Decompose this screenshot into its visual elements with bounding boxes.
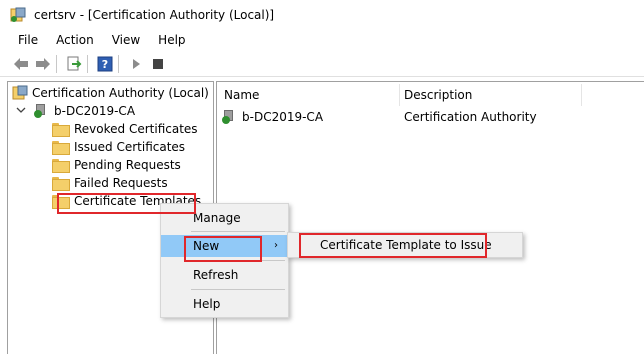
menu-separator xyxy=(191,289,285,290)
window-title: certsrv - [Certification Authority (Loca… xyxy=(34,8,275,22)
menu-help[interactable]: Help xyxy=(149,33,194,47)
ca-server-icon xyxy=(34,104,48,118)
column-header-description[interactable]: Description xyxy=(404,88,472,102)
menu-bar: File Action View Help xyxy=(0,30,644,50)
tree-item-issued[interactable]: Issued Certificates xyxy=(52,138,185,156)
tree-item-pending[interactable]: Pending Requests xyxy=(52,156,181,174)
submenu-item-certificate-template-to-issue[interactable]: Certificate Template to Issue xyxy=(320,238,492,252)
tree-root-label: Certification Authority (Local) xyxy=(32,86,209,100)
list-item-description: Certification Authority xyxy=(404,110,537,124)
tree-ca-label: b-DC2019-CA xyxy=(54,104,136,118)
folder-icon xyxy=(52,141,70,155)
context-menu-new[interactable]: New › xyxy=(161,235,288,257)
toolbar-separator xyxy=(56,54,57,73)
menu-separator xyxy=(191,231,285,232)
tree-item-label: Pending Requests xyxy=(74,158,181,172)
folder-icon xyxy=(52,195,70,209)
column-divider[interactable] xyxy=(399,84,400,106)
list-item-name: b-DC2019-CA xyxy=(242,110,324,124)
menu-action[interactable]: Action xyxy=(47,33,103,47)
help-icon[interactable]: ? xyxy=(96,55,114,73)
menu-item-label: Manage xyxy=(193,211,241,225)
menu-item-label: Refresh xyxy=(193,268,239,282)
svg-text:?: ? xyxy=(102,58,108,71)
certsrv-icon xyxy=(12,85,28,101)
context-menu: Manage New › Refresh Help xyxy=(160,203,289,318)
stop-icon[interactable] xyxy=(149,55,167,73)
tree-item-label: Revoked Certificates xyxy=(74,122,198,136)
menu-item-label: New xyxy=(193,239,220,253)
folder-icon xyxy=(52,123,70,137)
folder-icon xyxy=(52,159,70,173)
title-bar: certsrv - [Certification Authority (Loca… xyxy=(0,0,644,30)
menu-view[interactable]: View xyxy=(103,33,149,47)
tree-item-revoked[interactable]: Revoked Certificates xyxy=(52,120,198,138)
tree-ca-node[interactable]: b-DC2019-CA xyxy=(16,102,135,120)
toolbar-separator xyxy=(118,54,119,73)
folder-icon xyxy=(52,177,70,191)
tree-root[interactable]: Certification Authority (Local) xyxy=(12,84,209,102)
export-list-icon[interactable] xyxy=(65,55,83,73)
back-arrow-icon[interactable] xyxy=(12,55,30,73)
chevron-right-icon: › xyxy=(274,240,278,251)
forward-arrow-icon[interactable] xyxy=(34,55,52,73)
tree-item-label: Failed Requests xyxy=(74,176,168,190)
menu-item-label: Help xyxy=(193,297,221,311)
column-divider[interactable] xyxy=(581,84,582,106)
context-menu-manage[interactable]: Manage xyxy=(161,207,288,229)
context-menu-help[interactable]: Help xyxy=(161,293,288,315)
column-header-name[interactable]: Name xyxy=(224,88,259,102)
context-menu-refresh[interactable]: Refresh xyxy=(161,264,288,286)
menu-separator xyxy=(191,260,285,261)
chevron-down-icon[interactable] xyxy=(16,105,26,118)
submenu-new: Certificate Template to Issue xyxy=(287,232,523,258)
menu-file[interactable]: File xyxy=(0,33,47,47)
play-icon[interactable] xyxy=(127,55,145,73)
tree-item-label: Issued Certificates xyxy=(74,140,186,154)
certsrv-icon xyxy=(10,7,26,23)
list-item[interactable]: b-DC2019-CA xyxy=(222,108,323,126)
tree-item-failed[interactable]: Failed Requests xyxy=(52,174,168,192)
ca-server-icon xyxy=(222,110,236,124)
toolbar: ? xyxy=(0,51,644,77)
toolbar-separator xyxy=(87,54,88,73)
